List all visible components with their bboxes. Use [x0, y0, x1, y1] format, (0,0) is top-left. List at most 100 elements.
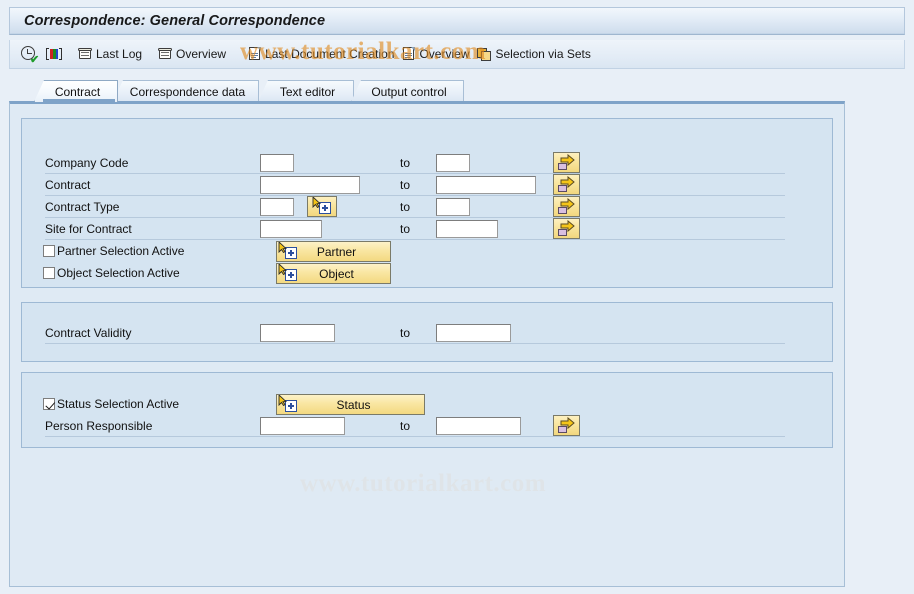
tab-correspondence-data-label: Correspondence data [129, 84, 246, 99]
last-document-creation-label: Last Document Creation [265, 47, 395, 61]
person-responsible-multiple-selection-button[interactable] [553, 415, 580, 436]
site-for-contract-to-label: to [400, 222, 411, 236]
partner-selection-active-label: Partner Selection Active [57, 244, 185, 258]
contract-validity-label: Contract Validity [45, 326, 132, 340]
document-icon [248, 47, 262, 62]
arrow-right-icon [558, 176, 575, 192]
overview-log-label: Overview [176, 47, 227, 61]
sap-gui-window: Correspondence: General Correspondence ✔… [0, 0, 914, 594]
scroll-icon [78, 47, 93, 62]
company-code-label: Company Code [45, 156, 129, 170]
contract-multiple-selection-button[interactable] [553, 174, 580, 195]
execute-button[interactable]: ✔ [18, 43, 41, 65]
contract-label: Contract [45, 178, 91, 192]
last-document-creation-button[interactable]: Last Document Creation [245, 43, 397, 65]
contract-validity-to-label: to [400, 326, 411, 340]
row-site-for-contract: Site for Contract to [22, 218, 832, 240]
contract-type-multiple-selection-button[interactable] [553, 196, 580, 217]
object-selection-active-label: Object Selection Active [57, 266, 180, 280]
tab-contract[interactable]: Contract [34, 80, 118, 102]
selection-sets-icon [477, 47, 492, 62]
arrow-right-icon [558, 417, 575, 433]
checkbox-box [43, 245, 55, 257]
company-code-to-label: to [400, 156, 411, 170]
tab-text-editor[interactable]: Text editor [258, 80, 354, 102]
row-status-selection: Status Selection Active Status [22, 393, 832, 415]
contract-validity-group: Contract Validity to [21, 302, 833, 362]
person-responsible-label: Person Responsible [45, 419, 153, 433]
checkbox-box [43, 267, 55, 279]
application-toolbar: ✔ Last Log Overview Last Document Creati… [9, 40, 905, 69]
site-for-contract-to-input[interactable] [436, 220, 498, 238]
tab-contract-label: Contract [54, 84, 101, 99]
page-title: Correspondence: General Correspondence [24, 13, 326, 29]
tab-correspondence-data[interactable]: Correspondence data [113, 80, 259, 102]
selection-screen-content: Company Code to Contract to Contract Typ… [9, 101, 845, 587]
arrow-right-icon [558, 220, 575, 236]
row-contract-validity: Contract Validity to [22, 322, 832, 344]
status-selection-active-label: Status Selection Active [57, 397, 180, 411]
object-button[interactable]: Object [276, 263, 391, 284]
partner-button[interactable]: Partner [276, 241, 391, 262]
last-log-button[interactable]: Last Log [75, 43, 145, 65]
document-icon [402, 47, 416, 62]
company-code-from-input[interactable] [260, 154, 294, 172]
partner-button-label: Partner [316, 244, 357, 259]
tab-text-editor-label: Text editor [279, 84, 336, 99]
status-button-label: Status [336, 397, 371, 412]
person-responsible-from-input[interactable] [260, 417, 345, 435]
row-contract: Contract to [22, 174, 832, 196]
contract-type-to-label: to [400, 200, 411, 214]
row-partner-selection: Partner Selection Active Partner [22, 240, 832, 262]
multiple-selection-icon [312, 197, 331, 214]
scroll-icon [158, 47, 173, 62]
status-selection-active-checkbox[interactable]: Status Selection Active [43, 397, 179, 411]
window-title-bar: Correspondence: General Correspondence [9, 7, 905, 35]
tab-output-control-label: Output control [371, 84, 447, 99]
row-person-responsible: Person Responsible to [22, 415, 832, 437]
row-company-code: Company Code to [22, 152, 832, 174]
tab-strip: Contract Correspondence data Text editor… [9, 80, 905, 102]
checkbox-box [43, 398, 55, 410]
tab-active-indicator [43, 99, 115, 102]
multiple-selection-icon [278, 395, 297, 412]
company-code-multiple-selection-button[interactable] [553, 152, 580, 173]
site-for-contract-label: Site for Contract [45, 222, 132, 236]
site-for-contract-from-input[interactable] [260, 220, 322, 238]
tab-output-control[interactable]: Output control [351, 80, 464, 102]
contract-type-label: Contract Type [45, 200, 120, 214]
status-button[interactable]: Status [276, 394, 425, 415]
person-responsible-to-label: to [400, 419, 411, 433]
contract-from-input[interactable] [260, 176, 360, 194]
contract-type-value-help-button[interactable] [307, 196, 337, 217]
document-overview-label: Overview [419, 47, 470, 61]
row-object-selection: Object Selection Active Object [22, 262, 832, 284]
last-log-label: Last Log [96, 47, 143, 61]
contract-type-from-input[interactable] [260, 198, 294, 216]
row-contract-type: Contract Type to [22, 196, 832, 218]
contract-to-input[interactable] [436, 176, 536, 194]
company-code-to-input[interactable] [436, 154, 470, 172]
status-selection-group: Status Selection Active Status Person Re… [21, 372, 833, 448]
selection-via-sets-label: Selection via Sets [495, 47, 591, 61]
multiple-selection-icon [278, 264, 297, 281]
document-overview-button[interactable]: Overview [399, 43, 472, 65]
object-selection-active-checkbox[interactable]: Object Selection Active [43, 266, 180, 280]
contract-type-to-input[interactable] [436, 198, 470, 216]
contract-validity-to-input[interactable] [436, 324, 511, 342]
site-for-contract-multiple-selection-button[interactable] [553, 218, 580, 239]
partner-selection-active-checkbox[interactable]: Partner Selection Active [43, 244, 184, 258]
contract-selection-group: Company Code to Contract to Contract Typ… [21, 118, 833, 288]
arrow-right-icon [558, 198, 575, 214]
contract-to-label: to [400, 178, 411, 192]
arrow-right-icon [558, 154, 575, 170]
object-button-label: Object [319, 266, 354, 281]
color-bars-icon [46, 47, 62, 62]
execute-icon: ✔ [21, 45, 39, 65]
overview-log-button[interactable]: Overview [155, 43, 229, 65]
selection-via-sets-button[interactable]: Selection via Sets [474, 43, 593, 65]
contract-validity-from-input[interactable] [260, 324, 335, 342]
variant-button[interactable] [43, 43, 65, 65]
multiple-selection-icon [278, 242, 297, 259]
person-responsible-to-input[interactable] [436, 417, 521, 435]
